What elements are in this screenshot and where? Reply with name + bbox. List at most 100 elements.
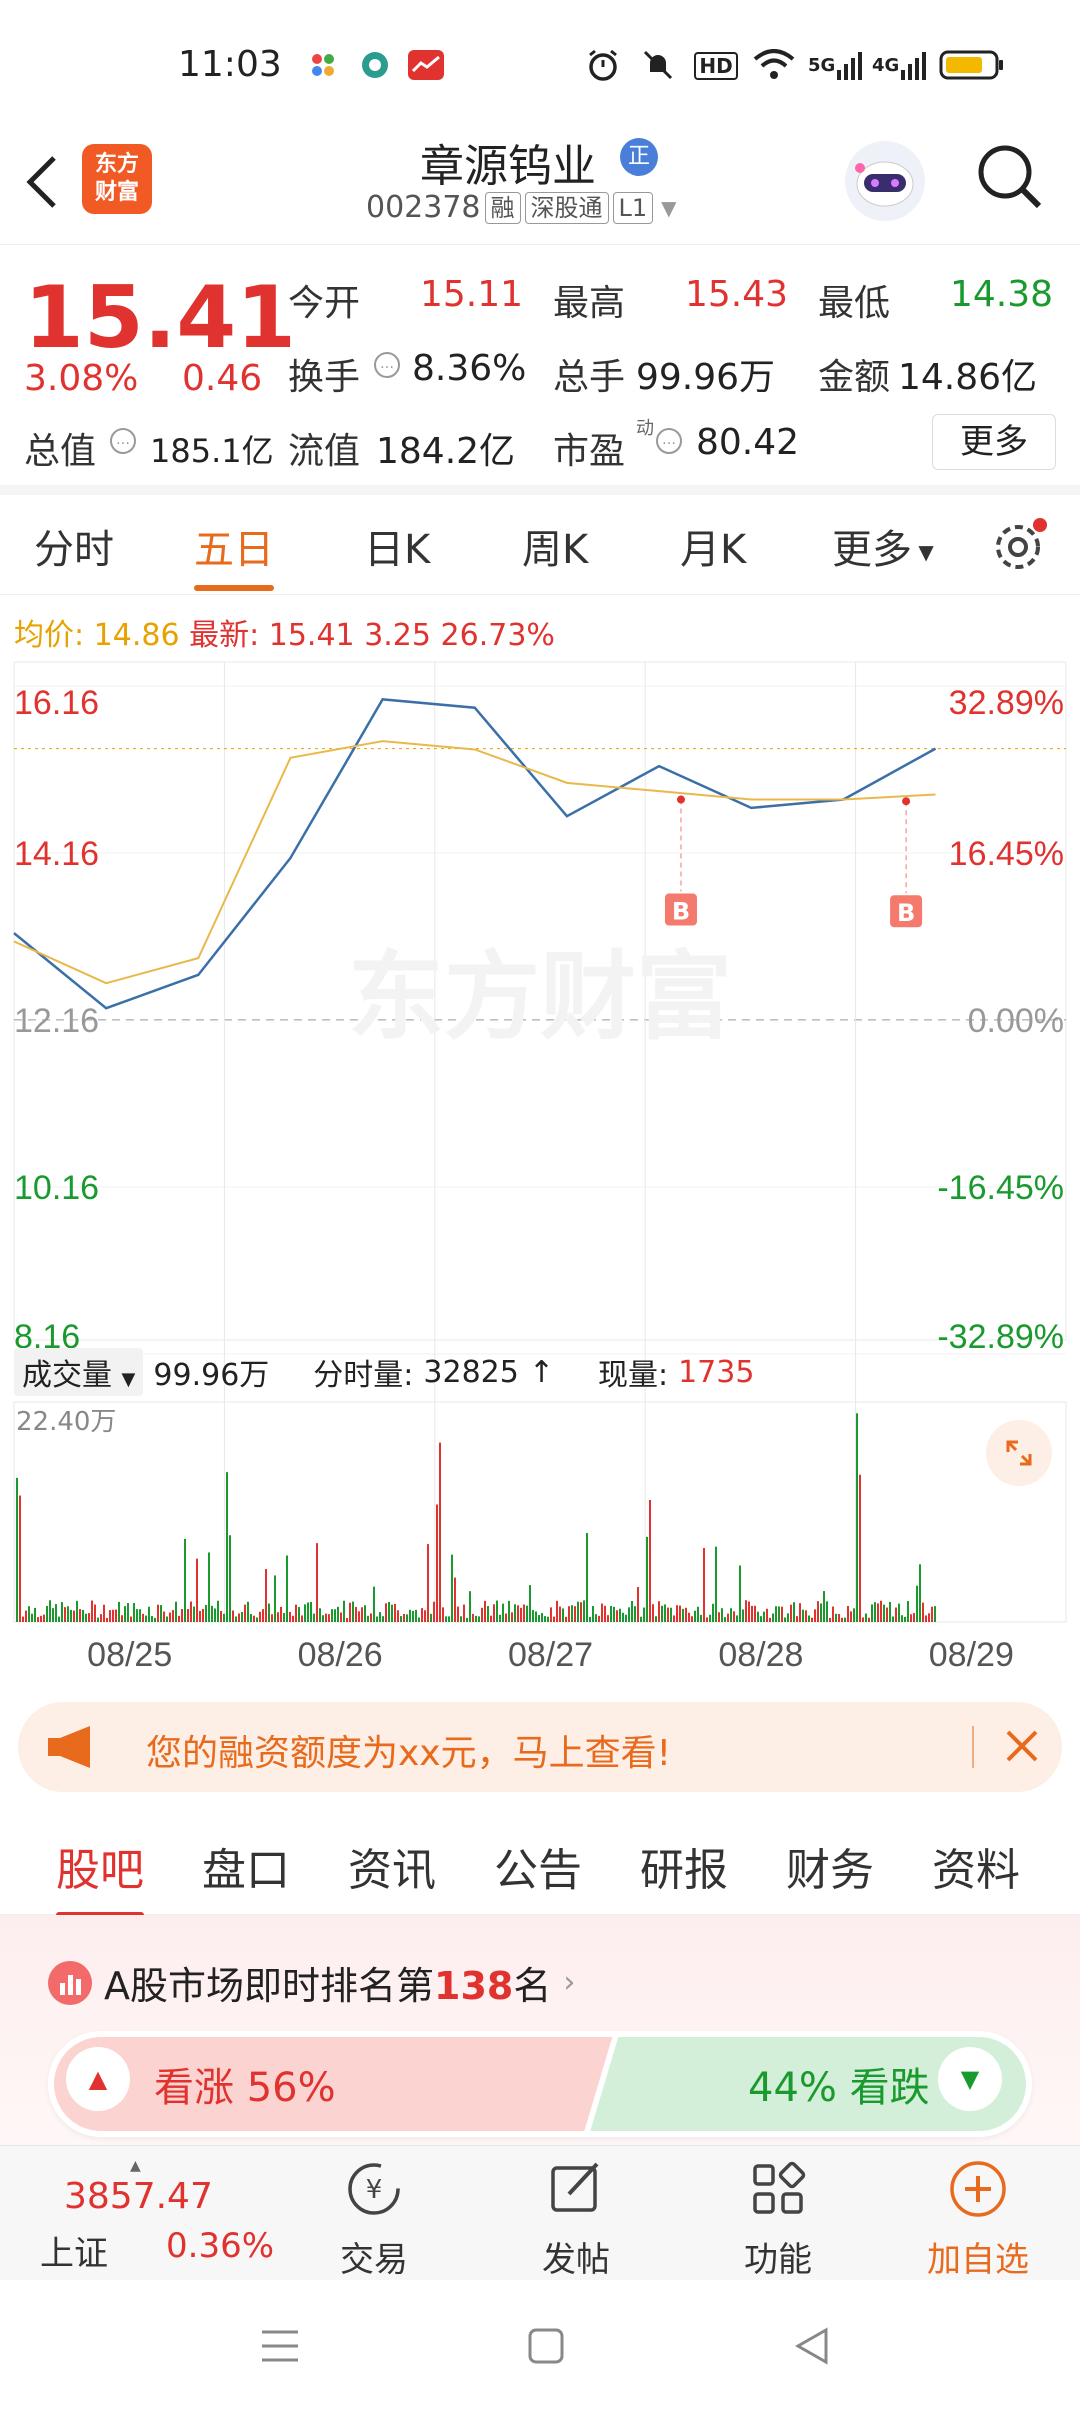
volume-bar	[874, 1602, 876, 1622]
volume-bar	[550, 1607, 552, 1622]
volume-bar	[823, 1591, 825, 1622]
volume-bar	[343, 1600, 345, 1622]
volume-bar	[556, 1600, 558, 1622]
volume-bar	[124, 1606, 126, 1622]
more-button[interactable]: 更多	[932, 414, 1056, 470]
rank-prefix: A股市场即时排名第	[104, 1964, 434, 2008]
volume-bar	[160, 1605, 162, 1622]
volume-bar	[322, 1615, 324, 1622]
chevron-down-icon: ▼	[661, 195, 677, 220]
mcap-value: 185.1亿	[150, 432, 274, 470]
close-icon[interactable]	[1000, 1724, 1044, 1772]
bearish-button[interactable]: ▼	[938, 2047, 1002, 2111]
volume-bar	[40, 1615, 42, 1622]
volume-bar	[673, 1615, 675, 1622]
five-day-chart[interactable]: 均价: 14.86 最新: 15.41 3.25 26.73% 16.16 32.…	[0, 600, 1080, 1690]
tab-weekly-k[interactable]: 周K	[522, 517, 588, 575]
volume-bar	[100, 1614, 102, 1622]
home-icon[interactable]	[524, 2324, 568, 2372]
tab-pankou[interactable]: 盘口	[202, 1834, 290, 1898]
chevron-right-icon: ›	[563, 1965, 576, 2000]
buy-marker-label: B	[897, 899, 915, 927]
tab-research[interactable]: 研报	[640, 1834, 728, 1898]
tab-guba[interactable]: 股吧	[56, 1834, 144, 1918]
volume-bar	[499, 1614, 501, 1622]
volume-bar	[595, 1614, 597, 1622]
menu-icon[interactable]	[258, 2324, 302, 2372]
volume-bar	[145, 1615, 147, 1622]
volume-bar	[106, 1617, 108, 1622]
pe-dynamic-mark: 动	[636, 418, 654, 439]
volume-bar	[766, 1608, 768, 1622]
volume-bar	[694, 1610, 696, 1622]
info-icon[interactable]: …	[656, 428, 682, 454]
robot-assistant-icon[interactable]	[842, 138, 928, 228]
volume-bar	[214, 1608, 216, 1622]
back-nav-icon[interactable]	[790, 2324, 834, 2372]
volume-bar	[475, 1615, 477, 1622]
volume-bar	[88, 1613, 90, 1622]
turnover-value: 8.36%	[412, 348, 527, 389]
volume-selector[interactable]: 成交量 ▼	[14, 1348, 144, 1396]
caret-up-icon: ▲	[130, 2158, 141, 2174]
volume-bar	[28, 1606, 30, 1622]
stock-code-row[interactable]: 002378 融 深股通 L1 ▼	[366, 190, 677, 225]
tab-daily-k[interactable]: 日K	[364, 517, 430, 575]
bearish-label: 44% 看跌	[748, 2065, 930, 2111]
search-icon[interactable]	[975, 142, 1045, 216]
volume-bar	[859, 1474, 861, 1622]
tab-profile[interactable]: 资料	[932, 1834, 1020, 1898]
volume-bar	[55, 1604, 57, 1622]
volume-bar	[781, 1606, 783, 1622]
tab-finance[interactable]: 财务	[786, 1834, 874, 1898]
volume-bar	[697, 1606, 699, 1622]
browser-notification-icon	[358, 48, 392, 82]
tab-more[interactable]: 更多 ▼	[832, 517, 934, 575]
stock-notification-icon	[406, 48, 446, 82]
market-rank-row[interactable]: A股市场即时排名第138名 ›	[48, 1955, 575, 2010]
volume-bar	[622, 1612, 624, 1622]
volume-bar	[862, 1617, 864, 1622]
status-time: 11:03	[178, 44, 282, 85]
post-button[interactable]: 发帖	[516, 2156, 636, 2281]
margin-ad-banner[interactable]: 您的融资额度为xx元，马上查看!	[18, 1702, 1062, 1792]
volume-bar	[130, 1616, 132, 1622]
volume-bar	[619, 1608, 621, 1622]
volume-bar	[439, 1442, 441, 1622]
tab-announcements[interactable]: 公告	[494, 1834, 582, 1898]
volume-bar	[790, 1604, 792, 1622]
volume-bar	[466, 1617, 468, 1622]
volume-bar	[505, 1613, 507, 1622]
rank-chart-icon	[48, 1960, 92, 2005]
volume-bar	[469, 1591, 471, 1622]
expand-icon[interactable]	[986, 1420, 1052, 1486]
add-watchlist-button[interactable]: 加自选	[918, 2156, 1038, 2281]
info-icon[interactable]: …	[110, 428, 136, 454]
volume-bar	[517, 1605, 519, 1622]
high-label: 最高	[553, 283, 626, 324]
y-tick-left: 10.16	[14, 1169, 99, 1207]
volume-bar	[913, 1613, 915, 1622]
volume-bar	[646, 1536, 648, 1622]
volume-bar	[811, 1617, 813, 1622]
tag-margin: 融	[484, 191, 521, 224]
price-chart-svg[interactable]: 16.16 32.89% 14.16 16.45% 12.16 0.00% 10.16 -16…	[0, 600, 1080, 1690]
functions-button[interactable]: 功能	[718, 2156, 838, 2281]
megaphone-icon	[44, 1724, 98, 1774]
bullish-button[interactable]: ▲	[66, 2047, 130, 2111]
volume-bar	[412, 1610, 414, 1622]
trade-button[interactable]: ¥ 交易	[314, 2156, 434, 2281]
volume-bar	[283, 1613, 285, 1622]
tab-five-day[interactable]: 五日	[194, 517, 274, 591]
back-icon[interactable]	[22, 152, 62, 216]
volume-bar	[133, 1603, 135, 1622]
volume-bar	[325, 1613, 327, 1622]
tab-monthly-k[interactable]: 月K	[680, 517, 746, 575]
trade-icon: ¥	[348, 2163, 400, 2215]
settings-icon[interactable]	[990, 515, 1050, 579]
tab-news[interactable]: 资讯	[348, 1834, 436, 1898]
volume-bar	[895, 1607, 897, 1622]
info-icon[interactable]: …	[374, 352, 400, 378]
float-value: 184.2亿	[376, 431, 516, 472]
tab-intraday[interactable]: 分时	[34, 517, 114, 575]
